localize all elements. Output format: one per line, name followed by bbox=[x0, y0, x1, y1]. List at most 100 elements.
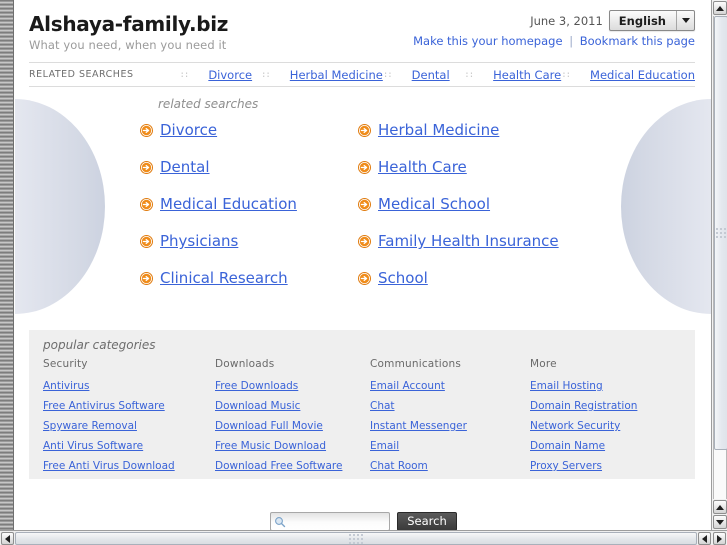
related-search-link-divorce[interactable]: Divorce bbox=[160, 121, 217, 139]
category-link[interactable]: Proxy Servers bbox=[530, 456, 695, 476]
search-input[interactable] bbox=[289, 515, 388, 528]
category-link[interactable]: Free Anti Virus Download bbox=[43, 456, 215, 476]
vertical-scrollbar[interactable] bbox=[711, 0, 727, 531]
orange-arrow-circle-icon bbox=[140, 160, 153, 174]
header-right-panel: June 3, 2011 English Make this your home… bbox=[413, 10, 695, 48]
horizontal-scrollbar[interactable] bbox=[0, 530, 727, 545]
related-search-link-clinical-research[interactable]: Clinical Research bbox=[160, 269, 288, 287]
category-column-more: More Email Hosting Domain Registration N… bbox=[530, 358, 695, 476]
scroll-up-button-lower[interactable] bbox=[713, 500, 727, 514]
grip-dots-icon bbox=[716, 228, 726, 238]
category-column-downloads: Downloads Free Downloads Download Music … bbox=[215, 358, 370, 476]
navbar-separator: :: bbox=[382, 69, 393, 80]
category-link[interactable]: Free Music Download bbox=[215, 436, 370, 456]
related-search-item[interactable]: Health Care bbox=[358, 158, 711, 176]
category-link[interactable]: Network Security bbox=[530, 416, 695, 436]
left-edge-texture bbox=[0, 0, 14, 531]
category-link[interactable]: Instant Messenger bbox=[370, 416, 530, 436]
orange-arrow-circle-icon bbox=[140, 234, 153, 248]
page-content: Alshaya-family.biz What you need, when y… bbox=[15, 0, 711, 531]
navbar-link-divorce[interactable]: Divorce bbox=[208, 68, 252, 82]
search-field-wrapper[interactable] bbox=[270, 512, 391, 531]
related-search-item[interactable]: Medical School bbox=[358, 195, 711, 213]
category-link[interactable]: Email Hosting bbox=[530, 376, 695, 396]
scroll-right-button[interactable] bbox=[713, 532, 726, 545]
related-search-link-health-care[interactable]: Health Care bbox=[378, 158, 467, 176]
scroll-left-button[interactable] bbox=[1, 532, 14, 545]
navbar-link-herbal-medicine[interactable]: Herbal Medicine bbox=[290, 68, 383, 82]
horizontal-scroll-track[interactable] bbox=[15, 532, 697, 545]
navbar-item-2: :: Dental bbox=[383, 68, 464, 82]
navbar-link-medical-education[interactable]: Medical Education bbox=[590, 68, 695, 82]
orange-arrow-circle-icon bbox=[358, 234, 371, 248]
navbar-item-1: :: Herbal Medicine bbox=[261, 68, 383, 82]
orange-arrow-circle-icon bbox=[140, 123, 153, 137]
category-link[interactable]: Download Music bbox=[215, 396, 370, 416]
orange-arrow-circle-icon bbox=[358, 271, 371, 285]
orange-arrow-circle-icon bbox=[140, 271, 153, 285]
language-select[interactable]: English bbox=[608, 10, 695, 31]
related-search-link-dental[interactable]: Dental bbox=[160, 158, 210, 176]
category-link[interactable]: Download Free Software bbox=[215, 456, 370, 476]
scroll-up-button[interactable] bbox=[713, 1, 727, 15]
popular-categories-grid: Security Antivirus Free Antivirus Softwa… bbox=[43, 358, 695, 476]
browser-viewport: Alshaya-family.biz What you need, when y… bbox=[0, 0, 727, 545]
category-link[interactable]: Free Downloads bbox=[215, 376, 370, 396]
navbar-separator: :: bbox=[561, 69, 571, 80]
orange-arrow-circle-icon bbox=[358, 160, 371, 174]
navbar-items: :: Divorce :: Herbal Medicine :: Dental … bbox=[179, 68, 695, 82]
category-link[interactable]: Spyware Removal bbox=[43, 416, 215, 436]
related-search-link-medical-education[interactable]: Medical Education bbox=[160, 195, 297, 213]
navbar-link-health-care[interactable]: Health Care bbox=[493, 68, 561, 82]
site-header: Alshaya-family.biz What you need, when y… bbox=[15, 0, 711, 62]
header-link-separator: | bbox=[569, 34, 574, 48]
magnifier-icon bbox=[275, 517, 286, 528]
make-homepage-link[interactable]: Make this your homepage bbox=[413, 34, 562, 48]
category-link[interactable]: Download Full Movie bbox=[215, 416, 370, 436]
category-link[interactable]: Domain Name bbox=[530, 436, 695, 456]
related-searches-heading: related searches bbox=[158, 97, 259, 111]
related-search-link-school[interactable]: School bbox=[378, 269, 428, 287]
navbar-separator: :: bbox=[260, 69, 271, 80]
category-link[interactable]: Chat Room bbox=[370, 456, 530, 476]
language-select-value: English bbox=[610, 11, 677, 30]
related-searches-content: related searches Divorce Herbal Medicine… bbox=[15, 87, 711, 287]
category-link[interactable]: Email Account bbox=[370, 376, 530, 396]
category-link[interactable]: Chat bbox=[370, 396, 530, 416]
search-button[interactable]: Search bbox=[397, 512, 457, 531]
bookmark-page-link[interactable]: Bookmark this page bbox=[580, 34, 695, 48]
category-link[interactable]: Free Antivirus Software bbox=[43, 396, 215, 416]
related-search-item[interactable]: Clinical Research bbox=[140, 269, 358, 287]
navbar-link-dental[interactable]: Dental bbox=[412, 68, 450, 82]
related-search-link-family-health-insurance[interactable]: Family Health Insurance bbox=[378, 232, 559, 250]
related-search-item[interactable]: Family Health Insurance bbox=[358, 232, 711, 250]
related-search-link-herbal-medicine[interactable]: Herbal Medicine bbox=[378, 121, 499, 139]
scroll-left-button-right[interactable] bbox=[698, 532, 711, 545]
vertical-scroll-thumb[interactable] bbox=[714, 16, 727, 450]
vertical-scroll-track[interactable] bbox=[713, 16, 727, 499]
category-link[interactable]: Anti Virus Software bbox=[43, 436, 215, 456]
scroll-down-button[interactable] bbox=[713, 515, 727, 529]
popular-categories-heading: popular categories bbox=[43, 338, 156, 352]
related-search-item[interactable]: Physicians bbox=[140, 232, 358, 250]
navbar-item-4: :: Medical Education bbox=[561, 68, 695, 82]
grip-dots-icon bbox=[349, 533, 363, 544]
category-link[interactable]: Domain Registration bbox=[530, 396, 695, 416]
related-search-item[interactable]: Medical Education bbox=[140, 195, 358, 213]
orange-arrow-circle-icon bbox=[140, 197, 153, 211]
related-search-item[interactable]: Dental bbox=[140, 158, 358, 176]
date-and-language-row: June 3, 2011 English bbox=[413, 10, 695, 31]
chevron-down-icon bbox=[677, 11, 694, 30]
category-link[interactable]: Email bbox=[370, 436, 530, 456]
related-search-item[interactable]: Herbal Medicine bbox=[358, 121, 711, 139]
related-search-link-physicians[interactable]: Physicians bbox=[160, 232, 238, 250]
navbar-label: RELATED SEARCHES bbox=[29, 69, 134, 80]
category-link[interactable]: Antivirus bbox=[43, 376, 215, 396]
horizontal-scroll-thumb[interactable] bbox=[15, 532, 697, 545]
related-search-item[interactable]: School bbox=[358, 269, 711, 287]
related-search-item[interactable]: Divorce bbox=[140, 121, 358, 139]
related-search-link-medical-school[interactable]: Medical School bbox=[378, 195, 490, 213]
header-action-links: Make this your homepage | Bookmark this … bbox=[413, 34, 695, 48]
related-searches-navbar: RELATED SEARCHES :: Divorce :: Herbal Me… bbox=[29, 62, 695, 87]
orange-arrow-circle-icon bbox=[358, 197, 371, 211]
